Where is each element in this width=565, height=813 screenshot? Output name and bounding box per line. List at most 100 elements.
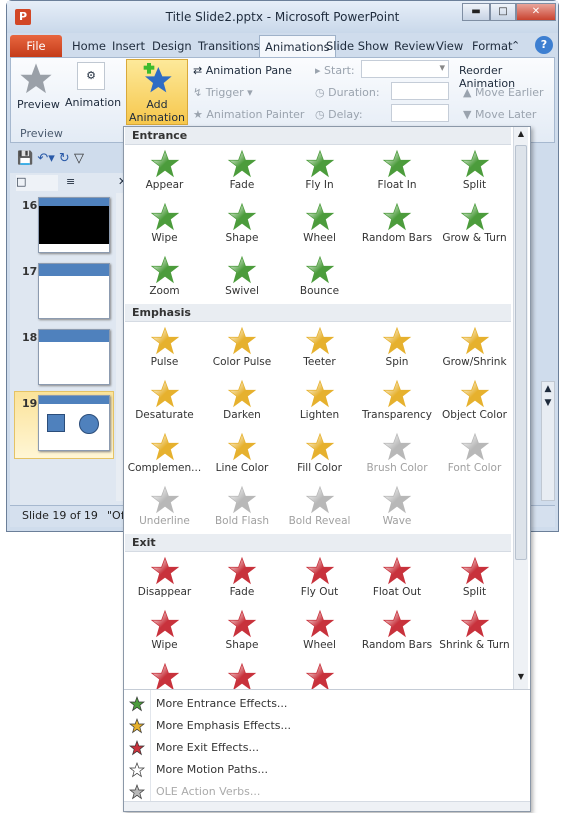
slide-thumbnail[interactable] [38,197,110,253]
exit-effect-more[interactable] [126,660,203,689]
exit-effect-disappear[interactable]: Disappear [126,554,203,607]
menu-item-ole-action-verbs[interactable]: OLE Action Verbs... [124,781,530,803]
main-scrollbar[interactable]: ▲ ▼ [541,381,555,501]
animation-button[interactable]: Animation [65,96,121,109]
add-animation-dropdown: Entrance Appear Fade Fly In Float In Split Wip… [123,126,531,812]
animation-star-icon [227,255,257,284]
outline-tab[interactable]: ≡ [66,175,75,188]
animation-painter-button[interactable]: ★ Animation Painter [193,108,304,121]
tab-insert[interactable]: Insert [107,35,150,57]
emphasis-effect-color-pulse[interactable]: Color Pulse [204,324,281,377]
start-select[interactable]: ▾ [361,60,449,78]
emphasis-effect-wave[interactable]: Wave [359,483,436,536]
redo-icon[interactable]: ↻ [59,151,70,166]
exit-effect-shrink-turn[interactable]: Shrink & Turn [436,607,512,660]
slides-tab[interactable]: □ [16,175,58,191]
menu-item-more-exit-effects[interactable]: More Exit Effects... [124,737,530,759]
emphasis-effect-lighten[interactable]: Lighten [281,377,358,430]
entrance-effect-appear[interactable]: Appear [126,147,203,200]
entrance-effect-shape[interactable]: Shape [204,200,281,253]
emphasis-effect-teeter[interactable]: Teeter [281,324,358,377]
tab-transitions[interactable]: Transitions [193,35,265,57]
entrance-effect-grow-turn[interactable]: Grow & Turn [436,200,512,253]
close-button[interactable]: ✕ [516,3,556,21]
exit-effect-split[interactable]: Split [436,554,512,607]
entrance-effect-swivel[interactable]: Swivel [204,253,281,306]
entrance-effect-split[interactable]: Split [436,147,512,200]
emphasis-effect-spin[interactable]: Spin [359,324,436,377]
tab-view[interactable]: View [431,35,468,57]
outline-star-icon [129,762,145,778]
emphasis-effect-complemen-[interactable]: Complemen... [126,430,203,483]
exit-effect-more[interactable] [281,660,358,689]
resize-grip[interactable] [124,801,530,811]
slide-thumbnail[interactable] [38,329,110,385]
emphasis-effect-bold-flash[interactable]: Bold Flash [204,483,281,536]
menu-item-more-motion-paths[interactable]: More Motion Paths... [124,759,530,781]
preview-button[interactable]: Preview [17,98,60,111]
move-earlier-button[interactable]: ▲ Move Earlier [463,86,544,99]
animation-painter-label: Animation Painter [206,108,305,121]
effect-label: Split [462,179,487,191]
scroll-thumb[interactable] [515,145,527,560]
tab-file[interactable]: File [10,35,62,57]
emphasis-effect-font-color[interactable]: Font Color [436,430,512,483]
emphasis-effect-fill-color[interactable]: Fill Color [281,430,358,483]
slide-thumbnail[interactable] [38,395,110,451]
scroll-down-icon[interactable]: ▼ [515,672,527,686]
duration-input[interactable] [391,82,449,100]
entrance-effect-fly-in[interactable]: Fly In [281,147,358,200]
entrance-effect-wheel[interactable]: Wheel [281,200,358,253]
exit-effect-float-out[interactable]: Float Out [359,554,436,607]
menu-item-more-entrance-effects[interactable]: More Entrance Effects... [124,693,530,715]
emphasis-effect-grow-shrink[interactable]: Grow/Shrink [436,324,512,377]
animation-pane-button[interactable]: ⇄ Animation Pane [193,64,292,77]
exit-effect-more[interactable] [204,660,281,689]
undo-icon[interactable]: ↶ [37,151,48,166]
entrance-effect-zoom[interactable]: Zoom [126,253,203,306]
entrance-effect-wipe[interactable]: Wipe [126,200,203,253]
tab-format[interactable]: Format [467,35,518,57]
emphasis-effect-darken[interactable]: Darken [204,377,281,430]
scroll-up-icon[interactable]: ▲ [515,129,527,143]
customize-icon[interactable]: ▽ [74,151,84,166]
maximize-button[interactable]: □ [490,3,516,21]
tab-slide-show[interactable]: Slide Show [321,35,394,57]
emphasis-effect-desaturate[interactable]: Desaturate [126,377,203,430]
emphasis-effect-pulse[interactable]: Pulse [126,324,203,377]
emphasis-effect-brush-color[interactable]: Brush Color [359,430,436,483]
menu-item-more-emphasis-effects[interactable]: More Emphasis Effects... [124,715,530,737]
minimize-button[interactable]: ▬ [462,3,490,21]
emphasis-effect-line-color[interactable]: Line Color [204,430,281,483]
exit-effect-fly-out[interactable]: Fly Out [281,554,358,607]
minimize-ribbon-icon[interactable]: ⌃ [511,39,520,52]
exit-effect-fade[interactable]: Fade [204,554,281,607]
add-animation-label-2: Animation [128,111,186,124]
tab-home[interactable]: Home [67,35,111,57]
exit-effect-random-bars[interactable]: Random Bars [359,607,436,660]
entrance-effect-fade[interactable]: Fade [204,147,281,200]
entrance-effect-random-bars[interactable]: Random Bars [359,200,436,253]
exit-effect-wipe[interactable]: Wipe [126,607,203,660]
exit-effect-wheel[interactable]: Wheel [281,607,358,660]
trigger-button[interactable]: ↯ Trigger ▾ [193,86,253,99]
move-later-button[interactable]: ▼ Move Later [463,108,536,121]
emphasis-effect-transparency[interactable]: Transparency [359,377,436,430]
help-icon[interactable]: ? [535,36,553,54]
tab-design[interactable]: Design [147,35,197,57]
entrance-effect-float-in[interactable]: Float In [359,147,436,200]
add-animation-button[interactable]: Add Animation [126,59,188,125]
gallery-scrollbar[interactable]: ▲ ▼ [513,127,528,689]
slide-thumbnail[interactable] [38,263,110,319]
entrance-effect-bounce[interactable]: Bounce [281,253,358,306]
effect-label: Wheel [303,232,336,244]
emphasis-effect-underline[interactable]: Underline [126,483,203,536]
emphasis-effect-bold-reveal[interactable]: Bold Reveal [281,483,358,536]
delay-input[interactable] [391,104,449,122]
exit-effect-shape[interactable]: Shape [204,607,281,660]
effect-label: Disappear [137,586,192,598]
save-icon[interactable]: 💾 [17,151,33,166]
animation-star-icon [460,556,489,585]
animation-styles-icon: ⚙ [77,62,105,90]
emphasis-effect-object-color[interactable]: Object Color [436,377,512,430]
